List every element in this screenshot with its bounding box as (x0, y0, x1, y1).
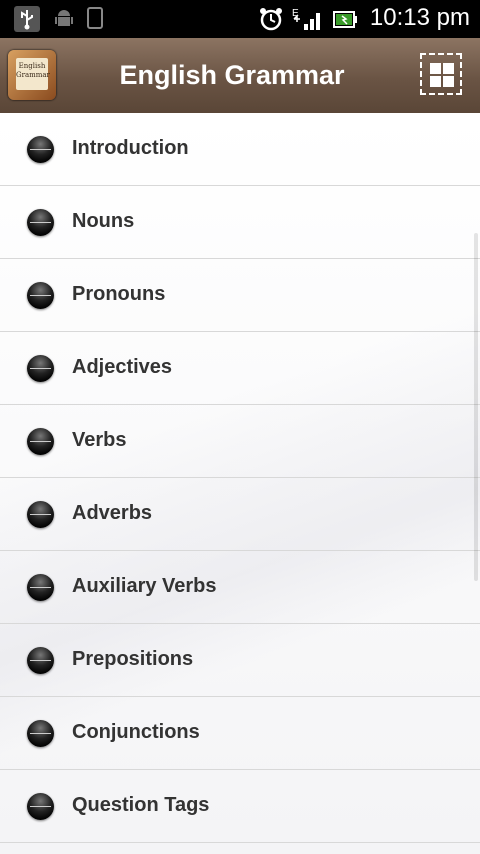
list-item-pronouns[interactable]: Pronouns (0, 259, 480, 332)
list-item-label: Prepositions (72, 648, 194, 670)
list-item-nouns[interactable]: Nouns (0, 186, 480, 259)
list-item-prepositions[interactable]: Prepositions (0, 624, 480, 697)
bullet-icon (27, 209, 54, 236)
bullet-icon (27, 720, 54, 747)
list-item-label: Auxiliary Verbs (72, 575, 217, 597)
sdcard-icon (87, 7, 103, 29)
list-item-label: Conjunctions (72, 721, 200, 743)
list-item-adverbs[interactable]: Adverbs (0, 478, 480, 551)
list-item-label: Adverbs (72, 502, 153, 524)
list-item-conjunctions[interactable]: Conjunctions (0, 697, 480, 770)
list-item-verbs[interactable]: Verbs (0, 405, 480, 478)
bullet-icon (27, 355, 54, 382)
bullet-icon (27, 501, 54, 528)
bullet-icon (27, 574, 54, 601)
grid-menu-icon (443, 76, 454, 87)
list-item-question-tags[interactable]: Question Tags (0, 770, 480, 843)
android-icon (55, 10, 73, 26)
alarm-clock-icon (260, 8, 282, 31)
grid-menu-icon (430, 76, 441, 87)
grid-menu-icon (430, 63, 441, 74)
list-item-label: Introduction (72, 137, 189, 159)
list-item-auxiliary-verbs[interactable]: Auxiliary Verbs (0, 551, 480, 624)
usb-icon (14, 6, 40, 32)
grid-menu-icon (443, 63, 454, 74)
status-clock: 10:13 pm (369, 4, 470, 31)
app-title: English Grammar (119, 60, 345, 90)
list-item-adjectives[interactable]: Adjectives (0, 332, 480, 405)
signal-edge-icon: E (292, 8, 320, 30)
list-item-label: Pronouns (72, 283, 166, 305)
grid-menu-button[interactable] (420, 53, 462, 95)
list-item-label: Verbs (72, 429, 127, 451)
action-bar: English Grammar English Grammar (0, 38, 480, 115)
list-scrollbar[interactable] (474, 233, 478, 581)
list-item-label: Nouns (72, 210, 135, 232)
topic-list: Introduction Nouns Pronouns Adjectives V… (0, 113, 480, 854)
list-item-label: Adjectives (72, 356, 173, 378)
bullet-icon (27, 647, 54, 674)
bullet-icon (27, 136, 54, 163)
bullet-icon (27, 428, 54, 455)
status-bar: E 10:13 pm (0, 0, 480, 38)
list-item-introduction[interactable]: Introduction (0, 113, 480, 186)
list-item-label: Question Tags (72, 794, 210, 816)
bullet-icon (27, 282, 54, 309)
battery-icon (333, 11, 357, 28)
bullet-icon (27, 793, 54, 820)
